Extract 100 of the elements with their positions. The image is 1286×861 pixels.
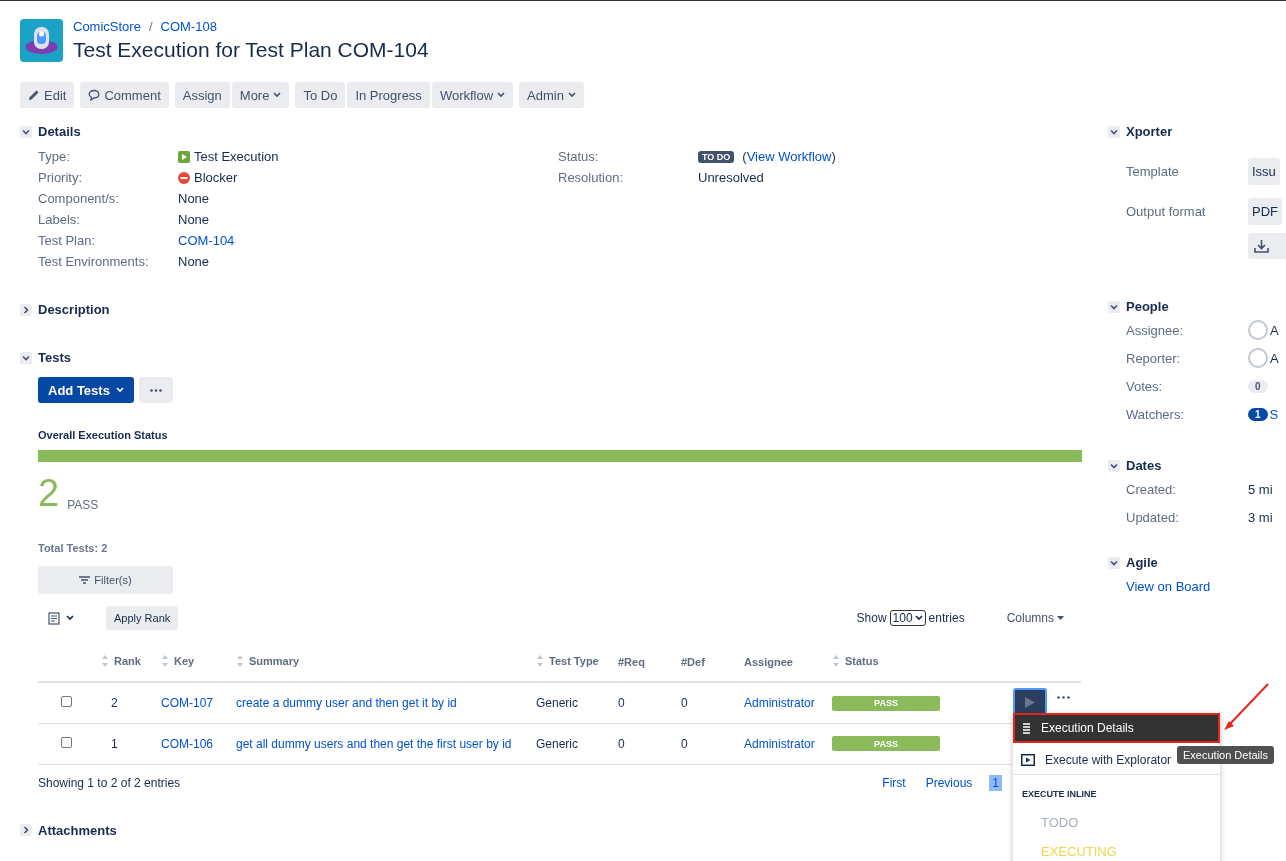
show-label: Show [856, 611, 887, 625]
caret-icon [66, 615, 74, 621]
user-name: A [1270, 322, 1279, 338]
section-title: Details [38, 124, 81, 139]
chevron-down-icon [1110, 461, 1118, 470]
section-title: Description [38, 302, 110, 317]
paren: ( [742, 149, 747, 164]
toolbar-button[interactable]: More [231, 82, 290, 108]
column-header[interactable]: Test Type [549, 654, 599, 667]
status-lozenge: PASS [832, 736, 940, 752]
toolbar-button[interactable]: Admin [519, 82, 584, 108]
field-label: Assignee: [1126, 322, 1185, 338]
row-checkbox[interactable] [61, 695, 72, 707]
test-key-link[interactable]: COM-106 [161, 736, 213, 751]
column-header[interactable]: Key [174, 654, 195, 667]
more-icon[interactable] [1057, 696, 1070, 700]
view-workflow-link[interactable]: View Workflow [746, 149, 832, 164]
column-header[interactable]: Rank [114, 654, 141, 667]
page-link[interactable]: First [879, 774, 909, 791]
project-link[interactable]: ComicStore [73, 19, 141, 34]
breadcrumb-separator: / [148, 19, 153, 34]
section-toggle[interactable] [20, 303, 32, 316]
field-label: Type: [38, 149, 71, 164]
field-label: Output format [1126, 203, 1207, 219]
field-label: Created: [1126, 481, 1177, 497]
apply-rank-button[interactable]: Apply Rank [106, 606, 179, 630]
toolbar-button[interactable]: To Do [295, 82, 346, 108]
status-lozenge: PASS [832, 695, 940, 711]
vote-count: 0 [1248, 379, 1268, 393]
filter-icon [79, 576, 91, 584]
view-on-board-link[interactable]: View on Board [1126, 578, 1211, 594]
menu-item[interactable]: Execution Details [1013, 713, 1220, 743]
section-toggle[interactable] [20, 824, 32, 836]
overall-status-title: Overall Execution Status [38, 429, 169, 441]
field-label: Reporter: [1126, 350, 1182, 366]
test-plan-link[interactable]: COM-104 [178, 233, 235, 248]
section-toggle[interactable] [20, 351, 32, 364]
issue-key-link[interactable]: COM-108 [160, 19, 217, 34]
sort-icon [236, 653, 244, 668]
field-label: Status: [558, 149, 600, 164]
page-size-select[interactable]: 100 [889, 610, 926, 626]
select-field[interactable]: PDF [1248, 197, 1282, 225]
section-title: Tests [38, 350, 71, 365]
rank-cell: 1 [111, 736, 118, 751]
watch-link[interactable]: S [1269, 406, 1279, 422]
section-toggle[interactable] [1108, 556, 1120, 569]
priority-value: Blocker [194, 170, 238, 185]
filter-button[interactable]: Filter(s) [38, 566, 173, 594]
rank-cell: 2 [111, 695, 118, 710]
summary-link[interactable]: create a dummy user and then get it by id [236, 695, 457, 710]
sort-icon [101, 653, 109, 668]
column-header: #Req [618, 655, 645, 668]
list-icon [1023, 722, 1031, 734]
showing-entries: Showing 1 to 2 of 2 entries [38, 775, 181, 790]
date-value: 5 mi [1248, 481, 1273, 497]
toolbar-button[interactable]: Workflow [431, 82, 514, 108]
project-avatar-icon [20, 19, 63, 62]
section-toggle[interactable] [1108, 125, 1120, 138]
field-label: Updated: [1126, 509, 1180, 525]
assignee-link[interactable]: Administrator [744, 695, 815, 710]
def-cell: 0 [681, 695, 688, 710]
pencil-icon [28, 89, 40, 101]
column-header[interactable]: Summary [249, 654, 300, 667]
assignee-link[interactable]: Administrator [744, 736, 815, 751]
toolbar-button[interactable]: Comment [80, 82, 169, 108]
select-field[interactable]: Issu [1248, 157, 1280, 185]
caret-icon [115, 387, 124, 393]
field-text: Unresolved [698, 170, 764, 185]
chevron-down-icon [22, 353, 30, 362]
section-title: Agile [1126, 555, 1158, 570]
watcher-count: 1 [1248, 407, 1268, 421]
field-label: Component/s: [38, 191, 120, 206]
toolbar-button[interactable]: Edit [20, 82, 75, 108]
toolbar-button[interactable]: Assign [174, 82, 230, 108]
section-toggle[interactable] [1108, 459, 1120, 472]
chevron-down-icon [22, 127, 30, 136]
test-key-link[interactable]: COM-107 [161, 695, 213, 710]
summary-link[interactable]: get all dummy users and then get the first user by id [236, 736, 512, 751]
row-checkbox[interactable] [61, 736, 72, 748]
columns-button[interactable]: Columns [1000, 610, 1070, 626]
export-button[interactable] [1248, 233, 1286, 259]
pass-count: 2 [38, 474, 60, 512]
blocker-icon [178, 171, 190, 184]
section-toggle[interactable] [1108, 300, 1120, 313]
play-icon [178, 150, 190, 163]
req-cell: 0 [618, 695, 625, 710]
page-link[interactable]: Previous [922, 774, 976, 791]
play-icon [1025, 697, 1035, 709]
column-header[interactable]: Status [845, 654, 879, 667]
section-title: People [1126, 299, 1169, 314]
add-tests-button[interactable]: Add Tests [38, 377, 134, 403]
toolbar-button[interactable]: In Progress [347, 82, 430, 108]
sort-icon [536, 653, 544, 668]
caret-icon [273, 92, 282, 98]
chevron-down-icon [1110, 127, 1118, 136]
date-value: 3 mi [1248, 509, 1273, 525]
video-play-icon [1021, 753, 1035, 766]
tooltip: Execution Details [1177, 746, 1274, 764]
field-text: None [178, 212, 210, 227]
section-toggle[interactable] [20, 125, 32, 138]
